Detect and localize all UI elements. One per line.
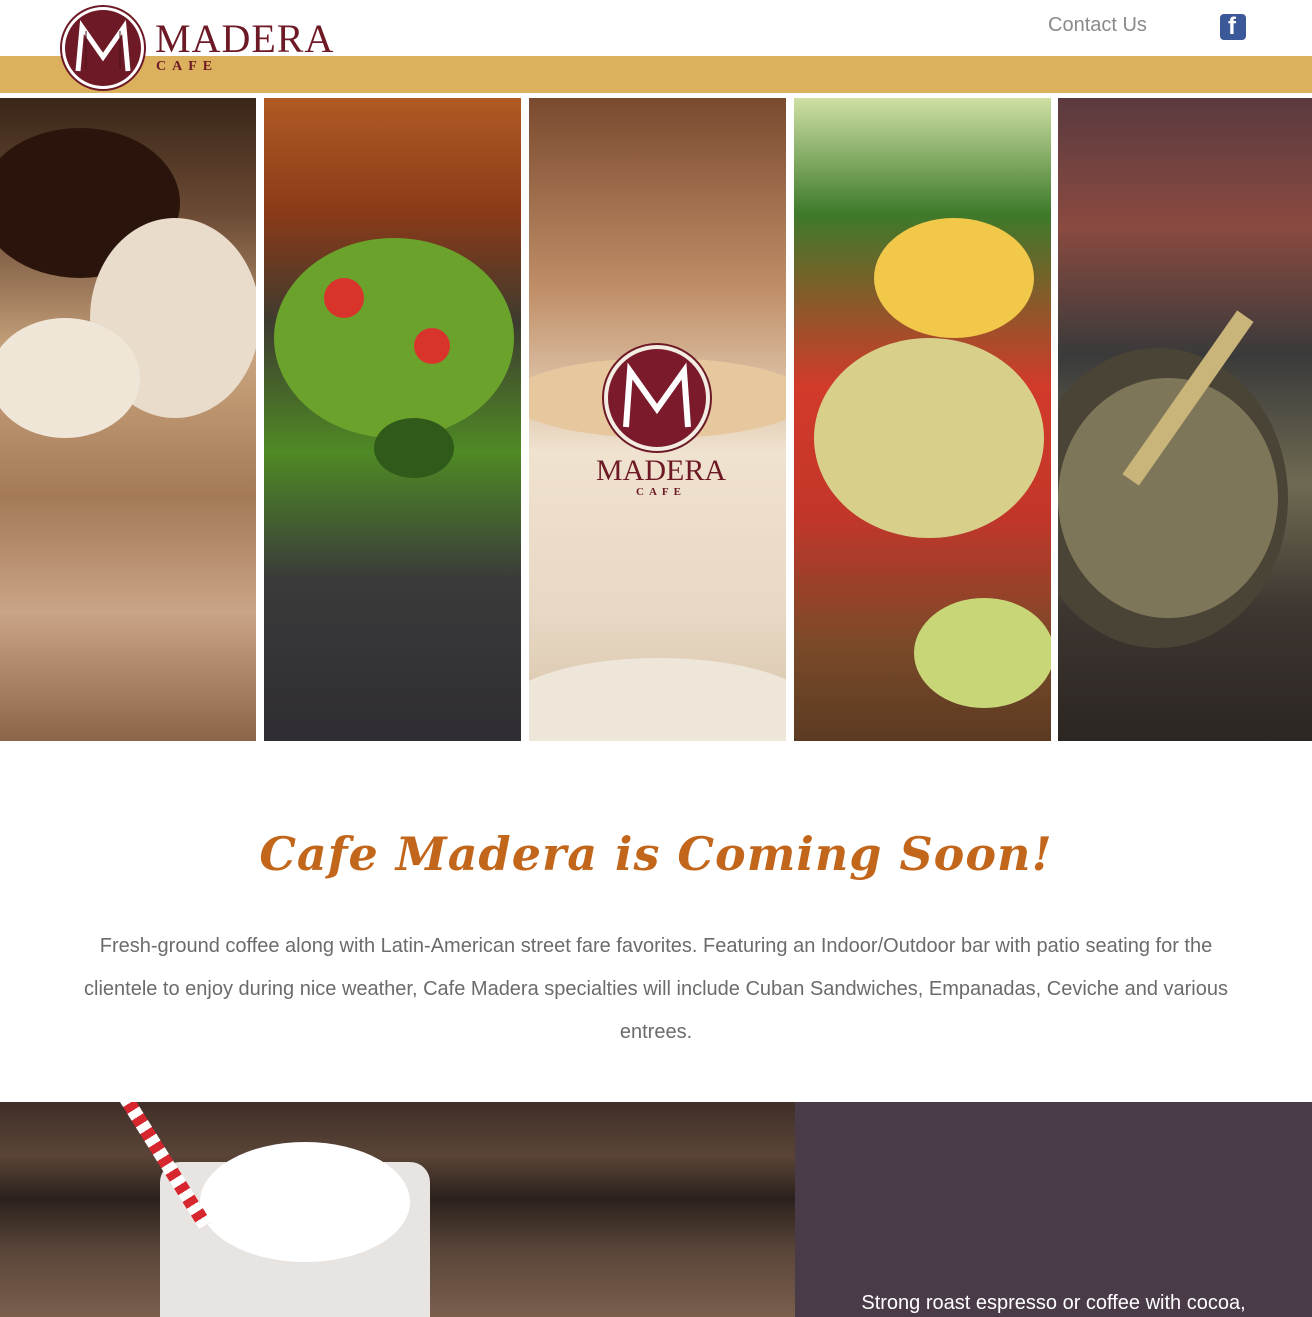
madera-logo-icon bbox=[60, 5, 146, 91]
intro-section: Cafe Madera is Coming Soon! Fresh-ground… bbox=[0, 741, 1312, 1102]
feature-image-milkshake bbox=[0, 1102, 795, 1317]
hero-panel-latte: MADERA CAFE bbox=[529, 98, 786, 741]
cup-madera-logo-icon bbox=[602, 343, 712, 453]
hero-gallery: MADERA CAFE bbox=[0, 98, 1312, 741]
cup-brand-subtitle: CAFE bbox=[636, 486, 686, 498]
feature-text-panel: Strong roast espresso or coffee with coc… bbox=[795, 1102, 1312, 1317]
brand-logo[interactable]: MADERA CAFE bbox=[60, 5, 350, 91]
brand-subtitle: CAFE bbox=[156, 59, 219, 74]
feature-description: Strong roast espresso or coffee with coc… bbox=[861, 1292, 1246, 1314]
hero-panel-hot-chocolate bbox=[0, 98, 256, 741]
brand-name: MADERA bbox=[155, 16, 335, 61]
nav-contact-us[interactable]: Contact Us bbox=[1048, 14, 1147, 37]
intro-description: Fresh-ground coffee along with Latin-Ame… bbox=[84, 935, 1228, 1043]
facebook-icon[interactable]: f bbox=[1220, 13, 1246, 40]
page-title: Cafe Madera is Coming Soon! bbox=[259, 827, 1053, 881]
site-header: MADERA CAFE Contact Us f bbox=[0, 0, 1312, 98]
cup-brand-name: MADERA bbox=[595, 454, 726, 487]
hero-panel-guacamole bbox=[264, 98, 521, 741]
hero-panel-mate bbox=[1058, 98, 1312, 741]
hero-panel-chips-dip bbox=[794, 98, 1051, 741]
